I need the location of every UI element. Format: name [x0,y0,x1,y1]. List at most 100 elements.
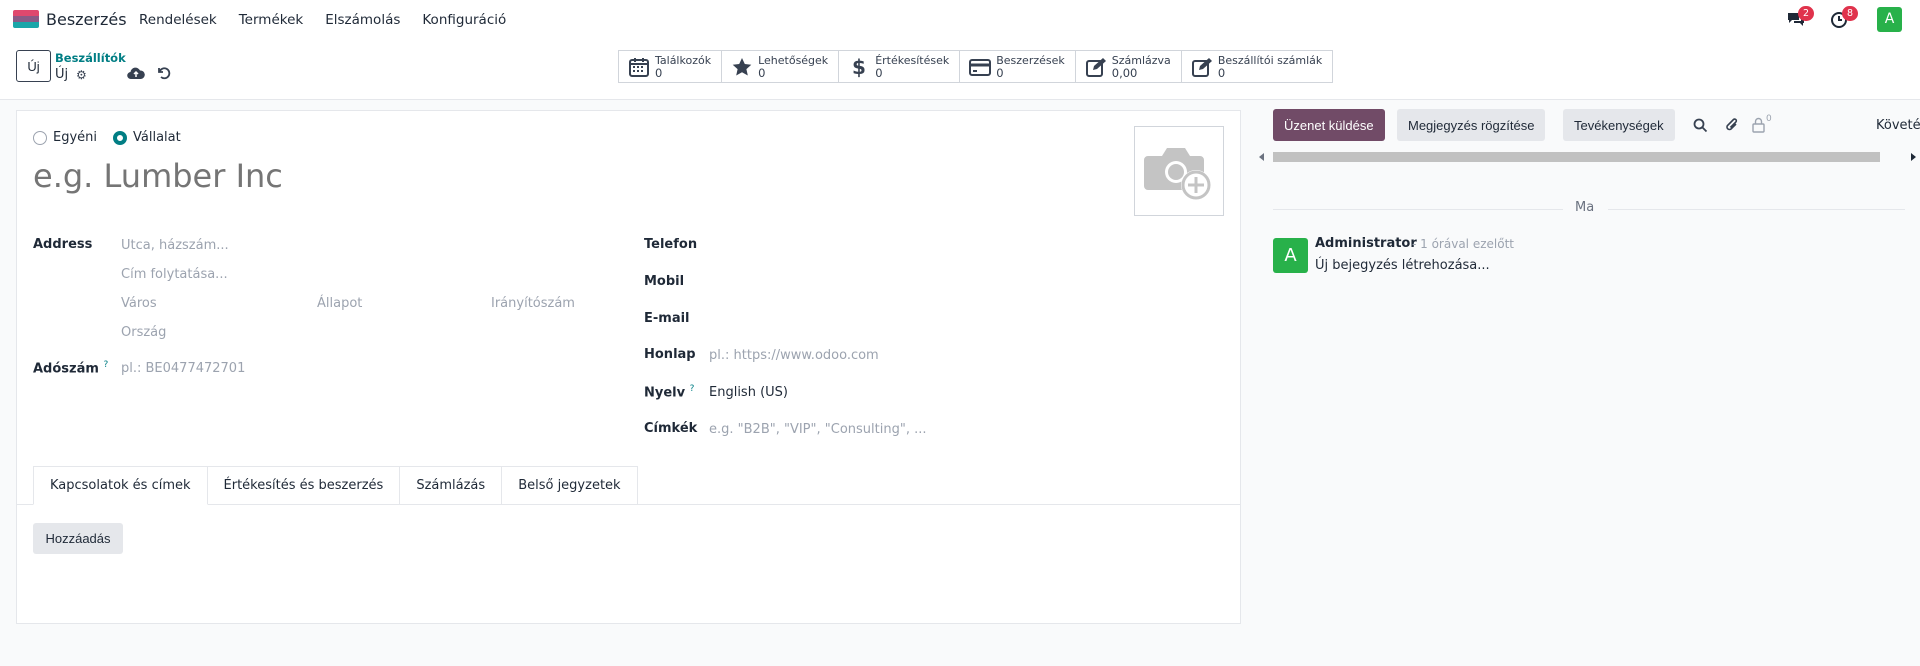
smart-button-opportunities[interactable]: Lehetőségek 0 [722,51,840,82]
radio-company-label[interactable]: Vállalat [133,130,181,145]
street2-input[interactable]: Cím folytatása... [121,267,228,282]
message-time: - 1 órával ezelőtt [1412,237,1514,251]
form-sheet: Egyéni Vállalat Address Utca, házszám...… [16,110,1241,624]
radio-individual-label[interactable]: Egyéni [53,130,97,145]
smart-button-label: Találkozók [655,53,712,67]
credit-card-icon [969,58,992,76]
message-author-avatar: A [1273,238,1308,273]
tags-label: Címkék [644,421,698,436]
email-label: E-mail [644,311,690,326]
gear-icon[interactable]: ⚙ [76,68,87,82]
svg-text:$: $ [852,56,866,78]
smart-button-vendor-bills[interactable]: Beszállítói számlák 0 [1182,51,1332,82]
state-input[interactable]: Állapot [317,296,362,311]
smart-button-value: 0 [1217,65,1226,80]
smart-button-value: 0 [996,65,1004,80]
smart-button-value: 0 [758,65,766,80]
notebook-tabs: Kapcsolatok és címek Értékesítés és besz… [33,466,638,505]
date-separator-label: Ma [1575,200,1595,215]
vat-input[interactable]: pl.: BE0477472701 [121,361,245,376]
smart-button-meetings[interactable]: Találkozók 0 [619,51,723,82]
country-input[interactable]: Ország [121,325,166,340]
vat-label: Adószám ? [33,360,108,376]
add-contact-button[interactable]: Hozzáadás [33,523,123,554]
radio-individual[interactable] [33,130,47,145]
edit-icon [1085,57,1106,77]
tab-internal-notes[interactable]: Belső jegyzetek [502,466,638,505]
language-select[interactable]: English (US) [709,385,788,400]
messages-button[interactable]: 2 [1786,6,1814,30]
date-separator: Ma [1273,200,1905,220]
smart-button-label: Beszállítói számlák [1217,53,1323,67]
menu-item-products[interactable]: Termékek [239,12,304,28]
tab-contacts-addresses[interactable]: Kapcsolatok és címek [33,466,208,505]
language-help-icon[interactable]: ? [690,384,695,394]
follow-button[interactable]: Követés [1876,118,1920,133]
star-icon [732,57,752,75]
message-body: Új bejegyzés létrehozása... [1315,258,1490,273]
activities-button[interactable]: 8 [1830,6,1858,30]
send-message-button[interactable]: Üzenet küldése [1273,109,1385,141]
smart-button-value: 0,00 [1111,65,1138,80]
edit-icon [1191,57,1212,77]
purchase-app-icon[interactable] [13,10,39,28]
new-button[interactable]: Új [16,50,51,82]
app-name[interactable]: Beszerzés [46,10,127,29]
company-type-radio-group: Egyéni Vállalat [33,130,197,145]
zip-input[interactable]: Irányítószám [491,296,575,311]
user-avatar[interactable]: A [1877,7,1902,32]
menu-item-orders[interactable]: Rendelések [139,12,217,28]
menu-item-accounting[interactable]: Elszámolás [325,12,400,28]
paperclip-icon[interactable] [1725,117,1740,133]
smart-button-sales[interactable]: $ Értékesítések 0 [839,51,961,82]
tab-sales-purchase[interactable]: Értékesítés és beszerzés [207,466,401,505]
city-input[interactable]: Város [121,296,157,311]
search-icon[interactable] [1693,118,1708,133]
chatter-panel: Üzenet küldése Megjegyzés rögzítése Tevé… [1257,100,1920,666]
smart-buttons-bar: Találkozók 0 Lehetőségek 0 $ Értékesítések… [618,50,1334,83]
discard-icon[interactable] [156,65,172,81]
street-input[interactable]: Utca, házszám... [121,238,229,253]
record-name: Új [55,67,69,82]
scroll-right-icon[interactable] [1910,153,1916,161]
scrollbar-thumb[interactable] [1273,152,1880,162]
address-label: Address [33,237,93,252]
phone-label: Telefon [644,237,698,252]
menu-item-configuration[interactable]: Konfiguráció [422,12,506,28]
website-input[interactable]: pl.: https://www.odoo.com [709,348,879,363]
smart-button-value: 0 [875,65,883,80]
followers-count: 0 [1766,114,1772,124]
smart-button-label: Számlázva [1111,53,1171,67]
vat-help-icon[interactable]: ? [103,360,108,370]
vat-label-text: Adószám [33,361,99,377]
tab-invoicing[interactable]: Számlázás [400,466,503,505]
smart-button-label: Beszerzések [996,53,1065,67]
tags-input[interactable]: e.g. "B2B", "VIP", "Consulting", ... [709,422,926,437]
image-upload[interactable] [1134,126,1224,216]
log-note-button[interactable]: Megjegyzés rögzítése [1397,109,1546,141]
website-label: Honlap [644,347,696,362]
radio-company[interactable] [113,130,128,145]
main-menu: Rendelések Termékek Elszámolás Konfigurá… [139,12,528,28]
horizontal-scrollbar[interactable] [1257,150,1920,164]
cloud-upload-icon[interactable] [127,66,145,80]
company-name-input[interactable] [33,157,1033,195]
language-label-text: Nyelv [644,385,686,401]
lock-icon[interactable] [1752,117,1765,133]
scroll-left-icon[interactable] [1259,153,1265,161]
calendar-icon [629,57,649,77]
smart-button-invoiced[interactable]: Számlázva 0,00 [1076,51,1182,82]
smart-button-value: 0 [655,65,663,80]
smart-button-label: Lehetőségek [758,53,829,67]
smart-button-label: Értékesítések [875,53,950,67]
top-navbar: Beszerzés Rendelések Termékek Elszámolás… [0,0,1920,40]
breadcrumb-vendors[interactable]: Beszállítók [55,51,126,65]
activities-count-badge: 8 [1842,6,1858,21]
messages-count-badge: 2 [1798,6,1814,21]
message-author[interactable]: Administrator [1315,236,1417,251]
language-label: Nyelv ? [644,384,694,400]
smart-button-purchases[interactable]: Beszerzések 0 [960,51,1076,82]
dollar-icon: $ [852,56,866,78]
camera-plus-icon [1144,148,1211,200]
activities-button[interactable]: Tevékenységek [1563,109,1675,141]
